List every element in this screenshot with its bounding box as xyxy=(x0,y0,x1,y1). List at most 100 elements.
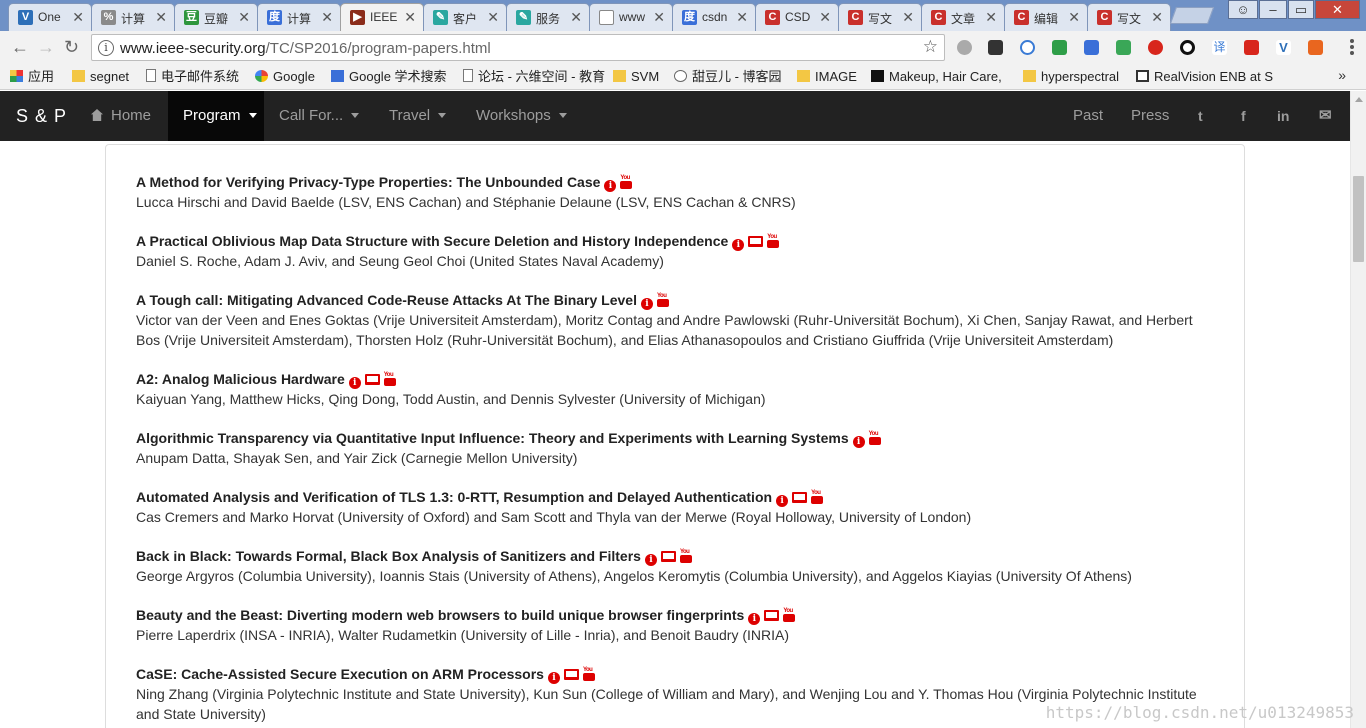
bookmark-item[interactable]: Google xyxy=(255,69,315,85)
bookmark-item[interactable]: 应用 xyxy=(10,69,54,85)
browser-tab[interactable]: C 写文 ✕ xyxy=(1087,3,1171,31)
bookmark-item[interactable]: 甜豆儿 - 博客园 xyxy=(674,69,782,85)
browser-tab[interactable]: C CSD ✕ xyxy=(755,3,839,31)
scrollbar-thumb[interactable] xyxy=(1353,176,1364,262)
bookmark-item[interactable]: Makeup, Hair Care, xyxy=(871,69,1002,85)
tab-close-icon[interactable]: ✕ xyxy=(487,9,499,25)
extension-translate-icon[interactable]: 译 xyxy=(1212,40,1227,55)
tab-close-icon[interactable]: ✕ xyxy=(736,9,748,25)
slides-icon[interactable] xyxy=(764,610,780,621)
bookmark-item[interactable]: SVM xyxy=(613,69,659,85)
slides-icon[interactable] xyxy=(748,236,764,247)
tab-close-icon[interactable]: ✕ xyxy=(238,9,250,25)
email-icon[interactable]: ✉ xyxy=(1319,107,1332,125)
linkedin-icon[interactable]: in xyxy=(1277,107,1289,125)
youtube-video-icon[interactable]: You xyxy=(783,608,796,622)
site-info-icon[interactable]: i xyxy=(98,40,114,56)
youtube-video-icon[interactable]: You xyxy=(679,549,692,563)
youtube-video-icon[interactable]: You xyxy=(383,372,396,386)
tab-close-icon[interactable]: ✕ xyxy=(1151,9,1163,25)
tab-close-icon[interactable]: ✕ xyxy=(570,9,582,25)
bookmark-item[interactable]: segnet xyxy=(72,69,129,85)
info-icon[interactable]: i xyxy=(748,613,761,625)
browser-tab[interactable]: % 计算 ✕ xyxy=(91,3,175,31)
youtube-video-icon[interactable]: You xyxy=(620,175,633,189)
info-icon[interactable]: i xyxy=(640,298,653,310)
browser-tab[interactable]: www ✕ xyxy=(589,3,673,31)
bookmark-item[interactable]: RealVision ENB at S xyxy=(1136,69,1273,85)
twitter-icon[interactable]: t xyxy=(1198,107,1203,125)
youtube-video-icon[interactable]: You xyxy=(582,667,595,681)
forward-icon[interactable]: → xyxy=(37,37,55,57)
profile-button[interactable]: ☺ xyxy=(1228,0,1258,19)
tab-close-icon[interactable]: ✕ xyxy=(902,9,914,25)
bookmark-item[interactable]: Google 学术搜索 xyxy=(331,69,447,85)
info-icon[interactable]: i xyxy=(348,377,361,389)
browser-tab[interactable]: C 写文 ✕ xyxy=(838,3,922,31)
nav-home[interactable]: Home xyxy=(76,91,166,141)
tab-close-icon[interactable]: ✕ xyxy=(404,9,416,25)
facebook-icon[interactable]: f xyxy=(1241,107,1246,125)
extension-csdn-icon[interactable] xyxy=(1244,40,1259,55)
nav-workshops[interactable]: Workshops xyxy=(461,91,582,141)
tab-close-icon[interactable]: ✕ xyxy=(985,9,997,25)
chrome-menu-icon[interactable] xyxy=(1350,39,1354,55)
slides-icon[interactable] xyxy=(792,492,808,503)
browser-tab[interactable]: 度计算 ✕ xyxy=(257,3,341,31)
scroll-up-arrow-icon[interactable] xyxy=(1355,97,1363,102)
bookmark-item[interactable]: 电子邮件系统 xyxy=(146,69,239,85)
bookmark-item[interactable]: hyperspectral xyxy=(1023,69,1119,85)
nav-past[interactable]: Past xyxy=(1058,91,1118,141)
browser-tab[interactable]: ✎ 服务 ✕ xyxy=(506,3,590,31)
reload-icon[interactable]: ↻ xyxy=(64,37,79,57)
youtube-video-icon[interactable]: You xyxy=(868,431,881,445)
browser-tab[interactable]: V One ✕ xyxy=(8,3,92,31)
tab-close-icon[interactable]: ✕ xyxy=(155,9,167,25)
info-icon[interactable]: i xyxy=(776,495,789,507)
bookmarks-overflow-icon[interactable]: » xyxy=(1338,67,1346,83)
back-icon[interactable]: ← xyxy=(11,37,29,57)
new-tab-button[interactable] xyxy=(1169,7,1215,24)
page-scrollbar[interactable] xyxy=(1350,91,1366,728)
browser-tab[interactable]: 度 csdn ✕ xyxy=(672,3,756,31)
extension-opera-icon[interactable] xyxy=(1148,40,1163,55)
site-brand[interactable]: S & P xyxy=(16,106,67,127)
info-icon[interactable]: i xyxy=(644,554,657,566)
tab-close-icon[interactable]: ✕ xyxy=(819,9,831,25)
address-bar[interactable]: i www.ieee-security.org/TC/SP2016/progra… xyxy=(91,34,945,61)
tab-close-icon[interactable]: ✕ xyxy=(653,9,665,25)
info-icon[interactable]: i xyxy=(547,672,560,684)
close-window-button[interactable]: ✕ xyxy=(1315,0,1360,19)
nav-call-for[interactable]: Call For... xyxy=(264,91,374,141)
info-icon[interactable]: i xyxy=(604,180,617,192)
nav-program[interactable]: Program xyxy=(168,91,264,141)
slides-icon[interactable] xyxy=(660,551,676,562)
browser-tab[interactable]: C 文章 ✕ xyxy=(921,3,1005,31)
extension-badge-icon[interactable] xyxy=(988,40,1003,55)
nav-travel[interactable]: Travel xyxy=(374,91,461,141)
tab-close-icon[interactable]: ✕ xyxy=(321,9,333,25)
info-icon[interactable]: i xyxy=(852,436,865,448)
youtube-video-icon[interactable]: You xyxy=(767,234,780,248)
extension-green-icon[interactable] xyxy=(1052,40,1067,55)
nav-press[interactable]: Press xyxy=(1116,91,1184,141)
extension-ring-icon[interactable] xyxy=(1180,40,1195,55)
extension-sync-icon[interactable] xyxy=(1020,40,1035,55)
bookmark-item[interactable]: 论坛 - 六维空间 - 教育 xyxy=(463,69,605,85)
extension-shield-icon[interactable] xyxy=(1116,40,1131,55)
tab-close-icon[interactable]: ✕ xyxy=(72,9,84,25)
browser-tab[interactable]: ▶ IEEE ✕ xyxy=(340,3,424,31)
browser-tab[interactable]: C 编辑 ✕ xyxy=(1004,3,1088,31)
info-icon[interactable]: i xyxy=(732,239,745,251)
bookmark-item[interactable]: IMAGE xyxy=(797,69,857,85)
extension-gray-icon[interactable] xyxy=(957,40,972,55)
browser-tab[interactable]: ✎ 客户 ✕ xyxy=(423,3,507,31)
extension-scholar-icon[interactable] xyxy=(1084,40,1099,55)
youtube-video-icon[interactable]: You xyxy=(811,490,824,504)
bookmark-star-icon[interactable]: ☆ xyxy=(923,37,938,57)
url-text[interactable]: www.ieee-security.org/TC/SP2016/program-… xyxy=(120,40,491,57)
slides-icon[interactable] xyxy=(364,374,380,385)
youtube-video-icon[interactable]: You xyxy=(656,293,669,307)
maximize-button[interactable]: ▭ xyxy=(1288,0,1314,19)
minimize-button[interactable]: – xyxy=(1259,0,1287,19)
